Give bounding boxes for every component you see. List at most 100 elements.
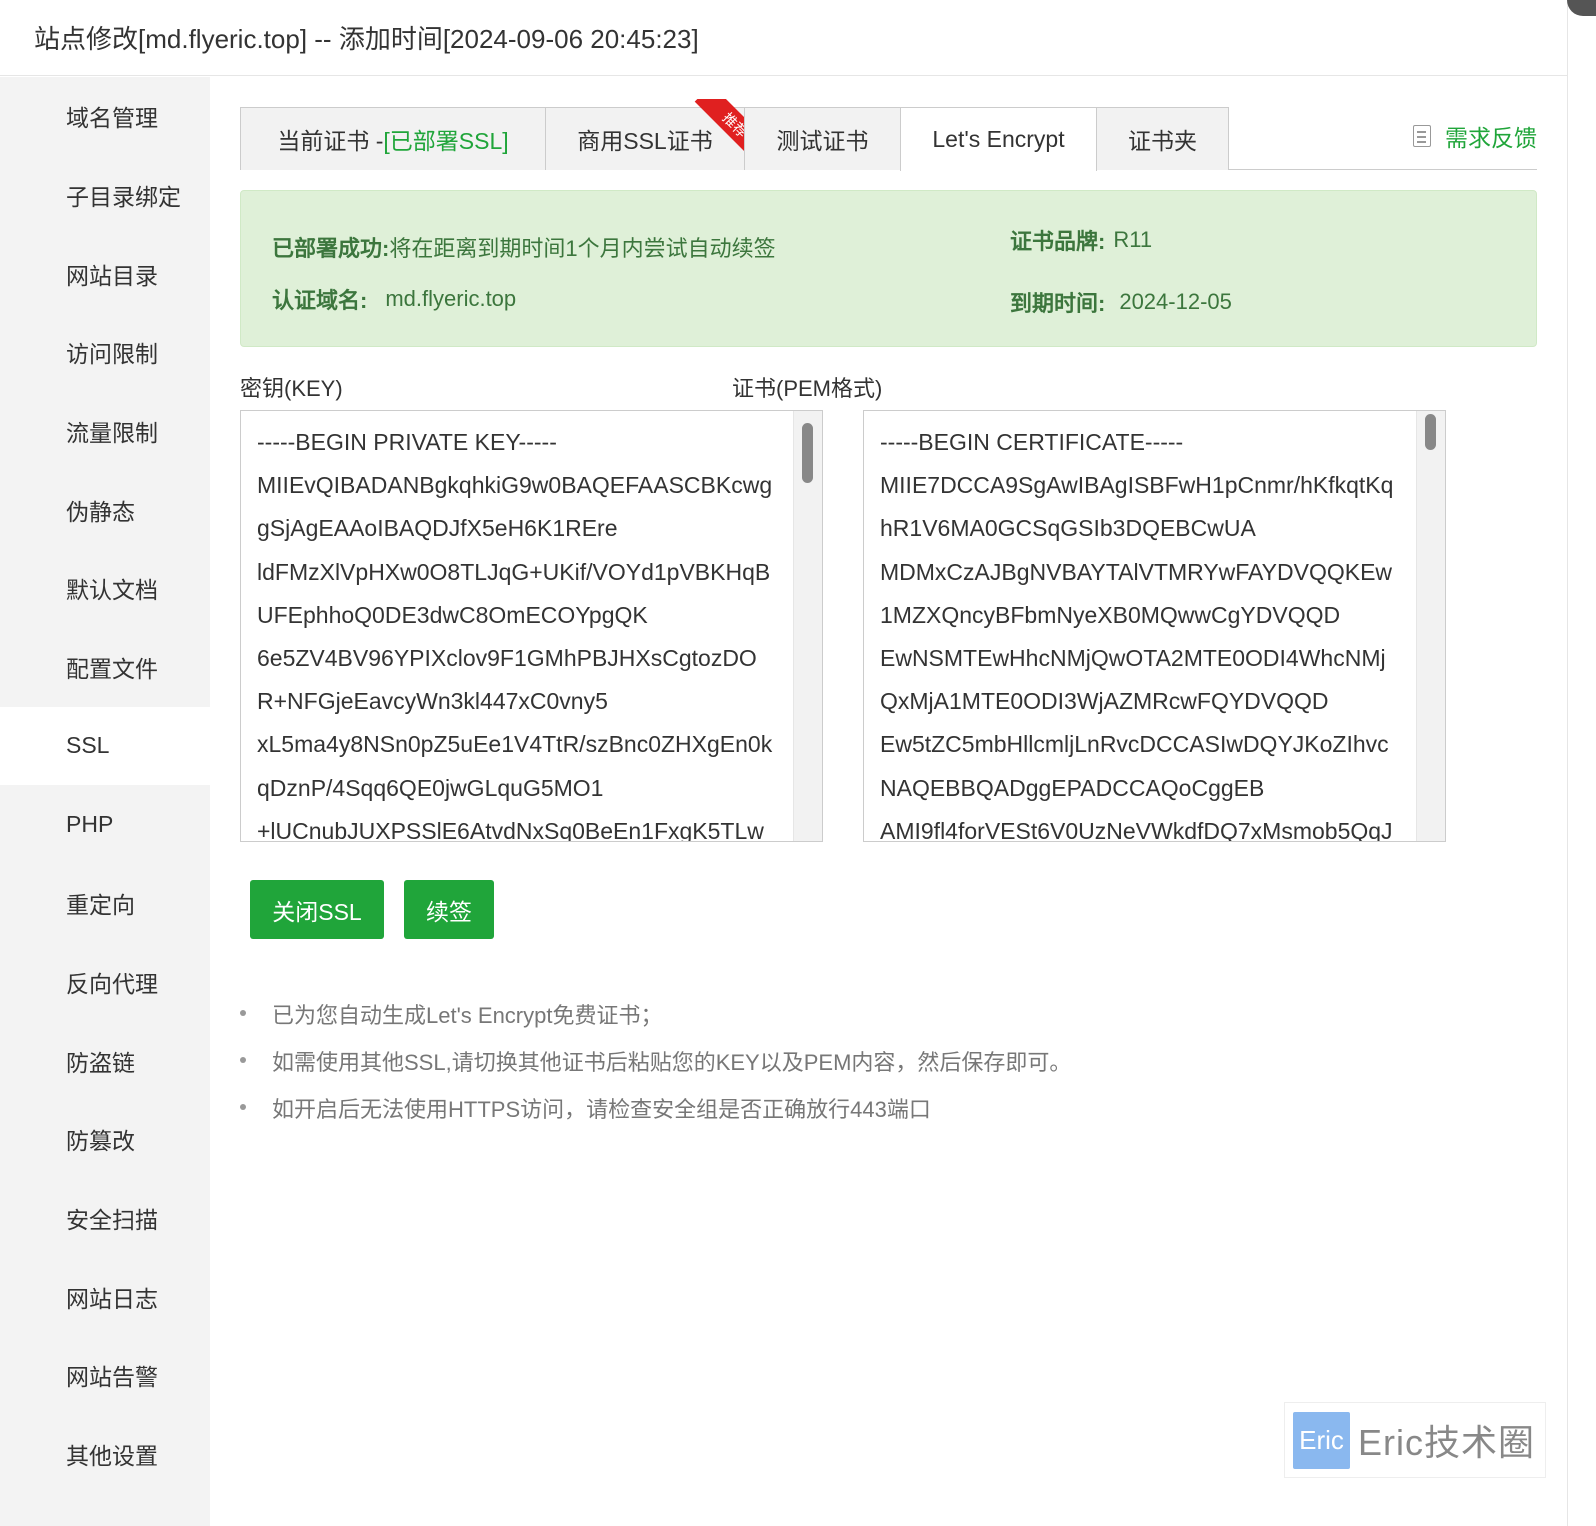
key-line: -----BEGIN PRIVATE KEY-----	[257, 429, 557, 455]
sidebar-item-label: 反向代理	[66, 970, 158, 997]
tip-item: 如开启后无法使用HTTPS访问，请检查安全组是否正确放行443端口	[240, 1084, 1071, 1131]
ssl-panel: 当前证书 - [已部署SSL] 商用SSL证书 推荐 测试证书 Let's En…	[240, 99, 1537, 412]
tab-current-cert[interactable]: 当前证书 - [已部署SSL]	[240, 107, 546, 170]
key-line: ldFMzXlVpHXw0O8TLJqG+UKif/VOYd1pVBKHqB	[257, 558, 771, 585]
key-line: UFEphhoQ0DE3dwC8OmECOYpgQK	[257, 601, 648, 628]
site-edit-dialog: 站点修改[md.flyeric.top] -- 添加时间[2024-09-06 …	[0, 0, 1567, 1526]
renew-button[interactable]: 续签	[404, 880, 494, 939]
key-line: MIIEvQIBADANBgkqhkiG9w0BAQEFAASCBKcwg	[257, 472, 773, 499]
sidebar-item-subdir[interactable]: 子目录绑定	[0, 156, 210, 235]
sidebar-item-label: 其他设置	[66, 1443, 158, 1470]
sidebar-item-php[interactable]: PHP	[0, 785, 210, 864]
sidebar-item-label: 域名管理	[66, 105, 158, 132]
tab-test-cert-label: 测试证书	[776, 128, 869, 154]
tab-letsencrypt-label: Let's Encrypt	[932, 126, 1065, 152]
sidebar-item-label: 流量限制	[66, 420, 158, 447]
sidebar-item-label: 子目录绑定	[66, 184, 181, 211]
sidebar-item-ssl[interactable]: SSL	[0, 706, 210, 786]
sidebar-item-label: 网站日志	[66, 1285, 158, 1312]
cert-line: AMI9fl4forVESt6V0UzNeVWkdfDQ7xMsmob5QqJ	[880, 817, 1393, 842]
key-scroll-thumb[interactable]	[802, 423, 813, 483]
sidebar-item-other-settings[interactable]: 其他设置	[0, 1415, 210, 1494]
tip-item: 已为您自动生成Let's Encrypt免费证书；	[240, 990, 1071, 1037]
sidebar-item-reverse-proxy[interactable]: 反向代理	[0, 943, 210, 1022]
ssl-status-box: 已部署成功: 将在距离到期时间1个月内尝试自动续签 认证域名: md.flyer…	[240, 190, 1537, 347]
tab-test-cert[interactable]: 测试证书	[744, 107, 901, 170]
key-line: +lUCnubJUXPSSlE6AtvdNxSq0BeEn1FxgK5TLw	[257, 817, 764, 842]
cert-line: -----BEGIN CERTIFICATE-----	[880, 429, 1184, 455]
sidebar-item-security-scan[interactable]: 安全扫描	[0, 1179, 210, 1258]
certificate-textarea[interactable]: -----BEGIN CERTIFICATE----- MIIE7DCCA9Sg…	[863, 410, 1446, 842]
cert-line: hR1V6MA0GCSqGSIb3DQEBCwUA	[880, 515, 1256, 542]
sidebar-item-config-file[interactable]: 配置文件	[0, 628, 210, 707]
key-line: xL5ma4y8NSn0pZ5uEe1V4TtR/szBnc0ZHXgEn0k	[257, 731, 773, 758]
cert-line: MIIE7DCCA9SgAwIBAgISBFwH1pCnmr/hKfkqtKq	[880, 472, 1394, 499]
sidebar-item-label: 重定向	[66, 892, 135, 919]
tab-letsencrypt[interactable]: Let's Encrypt	[900, 107, 1097, 171]
private-key-text: -----BEGIN PRIVATE KEY----- MIIEvQIBADAN…	[241, 411, 822, 842]
key-field-label: 密钥(KEY)	[240, 376, 343, 401]
cert-line: QxMjA1MTE0ODI3WjAZMRcwFQYDVQQD	[880, 688, 1329, 715]
ssl-tabs: 当前证书 - [已部署SSL] 商用SSL证书 推荐 测试证书 Let's En…	[240, 99, 1537, 171]
cert-line: Ew5tZC5mbHllcmljLnRvcDCCASIwDQYJKoZIhvc	[880, 731, 1389, 758]
brand-label: 证书品牌:	[1010, 229, 1106, 254]
sidebar-item-label: 默认文档	[66, 577, 158, 604]
cert-line: MDMxCzAJBgNVBAYTAlVTMRYwFAYDVQQKEw	[880, 558, 1393, 585]
watermark-text: Eric技术圈	[1358, 1422, 1535, 1463]
deploy-status-label: 已部署成功:	[272, 236, 390, 261]
key-line: 6e5ZV4BV96YPIXclov9F1GMhPBJHXsCgtozDO	[257, 645, 757, 672]
sidebar-item-redirect[interactable]: 重定向	[0, 864, 210, 943]
sidebar-item-site-alert[interactable]: 网站告警	[0, 1336, 210, 1415]
certificate-text: -----BEGIN CERTIFICATE----- MIIE7DCCA9Sg…	[864, 411, 1445, 842]
sidebar-item-label: 配置文件	[66, 656, 158, 683]
expire-value: 2024-12-05	[1119, 289, 1232, 314]
sidebar-item-label: 伪静态	[66, 498, 135, 525]
page-scrollbar[interactable]	[1567, 0, 1596, 1526]
key-line: gSjAgEAAoIBAQDJfX5eH6K1REre	[257, 515, 618, 542]
watermark: Eric Eric技术圈	[1284, 1402, 1546, 1478]
sidebar-item-label: 访问限制	[66, 341, 158, 368]
deploy-status-value: 将在距离到期时间1个月内尝试自动续签	[389, 236, 776, 261]
sidebar-item-site-dir[interactable]: 网站目录	[0, 234, 210, 313]
sidebar-item-rewrite[interactable]: 伪静态	[0, 470, 210, 549]
sidebar-item-domain[interactable]: 域名管理	[0, 77, 210, 156]
cert-field-label: 证书(PEM格式)	[732, 376, 883, 401]
brand-row: 证书品牌: R11	[1010, 224, 1152, 256]
sidebar-item-traffic-limit[interactable]: 流量限制	[0, 392, 210, 471]
expire-row: 到期时间: 2024-12-05	[1010, 286, 1232, 318]
sidebar-item-label: SSL	[66, 732, 110, 759]
sidebar-item-label: 网站告警	[66, 1364, 158, 1391]
close-ssl-button[interactable]: 关闭SSL	[250, 880, 384, 939]
tab-cert-folder-label: 证书夹	[1128, 128, 1197, 154]
deploy-status-row: 已部署成功: 将在距离到期时间1个月内尝试自动续签	[272, 231, 776, 263]
domain-label: 认证域名:	[272, 288, 368, 313]
private-key-textarea[interactable]: -----BEGIN PRIVATE KEY----- MIIEvQIBADAN…	[240, 410, 823, 842]
tips-list: 已为您自动生成Let's Encrypt免费证书； 如需使用其他SSL,请切换其…	[240, 990, 1071, 1131]
sidebar: 域名管理 子目录绑定 网站目录 访问限制 流量限制 伪静态 默认文档 配置文件 …	[0, 77, 210, 1526]
sidebar-item-label: 防篡改	[66, 1128, 135, 1155]
domain-row: 认证域名: md.flyeric.top	[272, 283, 516, 315]
sidebar-item-label: 防盗链	[66, 1049, 135, 1076]
tab-cert-folder[interactable]: 证书夹	[1096, 107, 1229, 170]
cert-line: EwNSMTEwHhcNMjQwOTA2MTE0ODI4WhcNMj	[880, 645, 1386, 672]
sidebar-item-tamper-proof[interactable]: 防篡改	[0, 1100, 210, 1179]
tip-item: 如需使用其他SSL,请切换其他证书后粘贴您的KEY以及PEM内容，然后保存即可。	[240, 1037, 1071, 1084]
sidebar-item-hotlink[interactable]: 防盗链	[0, 1021, 210, 1100]
sidebar-item-label: PHP	[66, 811, 114, 838]
sidebar-item-site-log[interactable]: 网站日志	[0, 1257, 210, 1336]
edit-note-icon	[1413, 125, 1431, 147]
sidebar-item-access-limit[interactable]: 访问限制	[0, 313, 210, 392]
domain-value: md.flyeric.top	[385, 286, 517, 311]
sidebar-item-default-doc[interactable]: 默认文档	[0, 549, 210, 628]
cert-line: 1MZXQncyBFbmNyeXB0MQwwCgYDVQQD	[880, 601, 1341, 628]
dialog-title: 站点修改[md.flyeric.top] -- 添加时间[2024-09-06 …	[0, 0, 1567, 76]
sidebar-item-label: 安全扫描	[66, 1206, 158, 1233]
key-line: qDznP/4Sqq6QE0jwGLquG5MO1	[257, 774, 604, 801]
cert-scrollbar[interactable]	[1416, 411, 1445, 841]
expire-label: 到期时间:	[1010, 291, 1106, 316]
feedback-label: 需求反馈	[1445, 125, 1537, 151]
feedback-link[interactable]: 需求反馈	[1413, 119, 1537, 153]
cert-scroll-thumb[interactable]	[1425, 414, 1436, 450]
key-scrollbar[interactable]	[793, 411, 822, 841]
cert-line: NAQEBBQADggEPADCCAQoCggEB	[880, 774, 1265, 801]
